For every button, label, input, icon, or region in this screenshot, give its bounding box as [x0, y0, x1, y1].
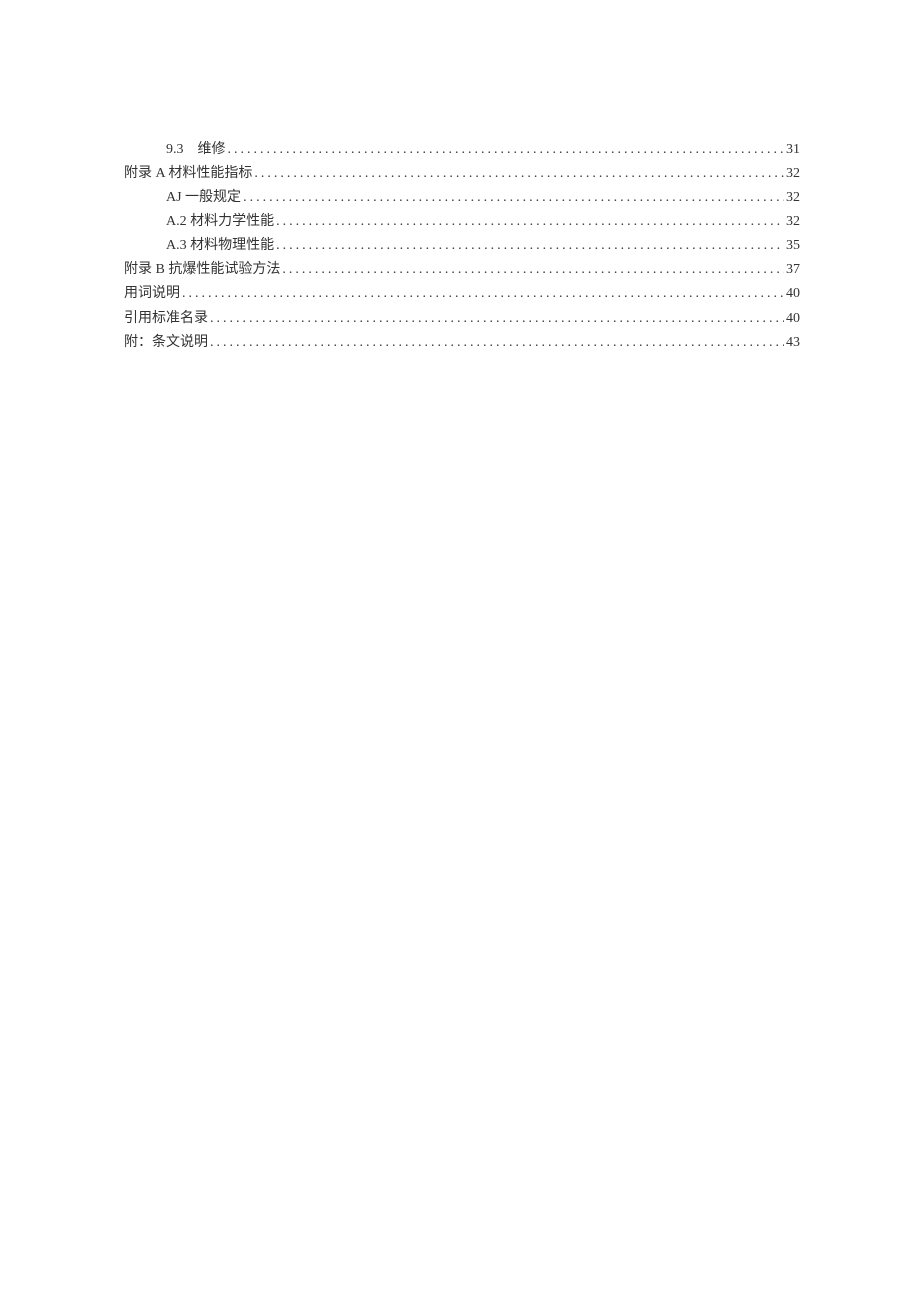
toc-entry: A.2 材料力学性能 32 — [124, 210, 800, 234]
toc-title: A.3 材料物理性能 — [166, 234, 274, 258]
toc-page-number: 35 — [786, 234, 800, 258]
toc-dots — [243, 186, 784, 210]
toc-entry: 附录 B 抗爆性能试验方法 37 — [124, 258, 800, 282]
toc-entry: 引用标准名录 40 — [124, 307, 800, 331]
toc-entry: 附录 A 材料性能指标 32 — [124, 162, 800, 186]
toc-entry: 附：条文说明 43 — [124, 331, 800, 355]
toc-dots — [210, 307, 784, 331]
toc-entry: 9.3 维修 31 — [124, 138, 800, 162]
toc-title: 附录 A 材料性能指标 — [124, 162, 252, 186]
toc-title: A.2 材料力学性能 — [166, 210, 274, 234]
toc-title: 附：条文说明 — [124, 331, 208, 355]
toc-title: 引用标准名录 — [124, 307, 208, 331]
toc-page-number: 32 — [786, 162, 800, 186]
toc-page-number: 32 — [786, 210, 800, 234]
toc-page-number: 32 — [786, 186, 800, 210]
toc-title: AJ 一般规定 — [166, 186, 241, 210]
toc-dots — [210, 331, 784, 355]
toc-page-number: 31 — [786, 138, 800, 162]
toc-entry: A.3 材料物理性能 35 — [124, 234, 800, 258]
toc-dots — [182, 282, 784, 306]
toc-dots — [282, 258, 784, 282]
toc-dots — [276, 210, 784, 234]
toc-dots — [254, 162, 784, 186]
toc-page: 9.3 维修 31 附录 A 材料性能指标 32 AJ 一般规定 32 A.2 … — [0, 0, 920, 355]
toc-title: 附录 B 抗爆性能试验方法 — [124, 258, 280, 282]
toc-page-number: 40 — [786, 282, 800, 306]
toc-dots — [228, 138, 785, 162]
toc-page-number: 43 — [786, 331, 800, 355]
toc-entry: AJ 一般规定 32 — [124, 186, 800, 210]
toc-page-number: 37 — [786, 258, 800, 282]
toc-title: 9.3 维修 — [166, 138, 226, 162]
toc-title: 用词说明 — [124, 282, 180, 306]
toc-page-number: 40 — [786, 307, 800, 331]
toc-entry: 用词说明 40 — [124, 282, 800, 306]
toc-dots — [276, 234, 784, 258]
